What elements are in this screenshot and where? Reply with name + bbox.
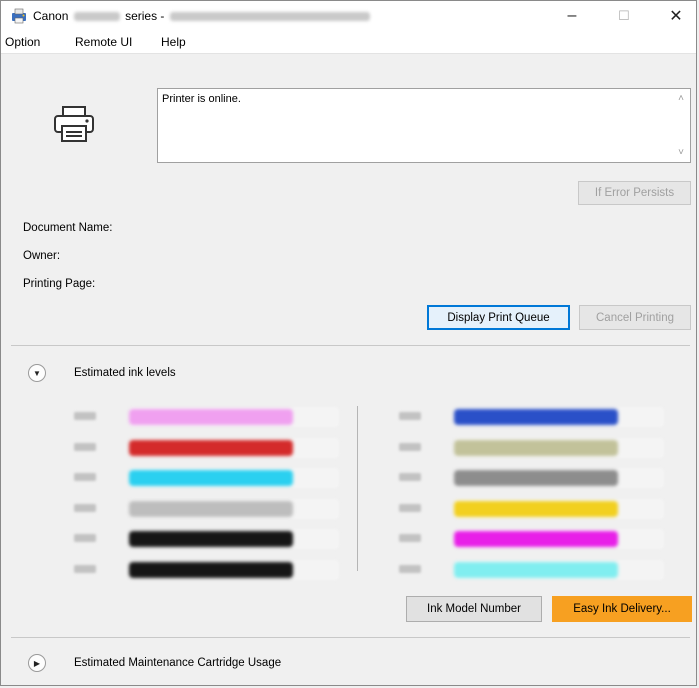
ink-level-fill	[129, 470, 293, 486]
ink-level-bar	[129, 437, 339, 458]
model-name-redacted	[73, 12, 120, 22]
menu-option[interactable]: Option	[5, 35, 40, 49]
ink-name-redacted	[399, 503, 421, 512]
ink-level-bar	[454, 407, 664, 427]
printer-status-window: Canon series - – ☐ ✕ Option Remote UI He…	[0, 0, 697, 686]
scroll-down-icon[interactable]: ˅	[678, 147, 684, 158]
close-button[interactable]: ✕	[653, 1, 699, 31]
printing-page-label: Printing Page:	[23, 278, 96, 290]
ink-level-bar	[454, 437, 664, 458]
printer-icon	[54, 106, 94, 142]
ink-level-fill	[129, 409, 293, 425]
ink-row-right-2	[399, 437, 664, 458]
easy-ink-delivery-button[interactable]: Easy Ink Delivery...	[552, 596, 692, 622]
collapse-ink-levels-icon[interactable]: ▼	[28, 364, 46, 382]
ink-level-bar	[129, 468, 339, 488]
ink-name-redacted	[399, 412, 421, 420]
cancel-printing-button[interactable]: Cancel Printing	[579, 305, 691, 330]
ink-levels-section-title: Estimated ink levels	[74, 367, 176, 379]
ink-name-redacted	[74, 564, 96, 573]
ink-level-bar	[129, 559, 339, 580]
window-title: Canon series -	[33, 9, 370, 23]
if-error-persists-button[interactable]: If Error Persists	[578, 181, 691, 205]
menu-bar: Option Remote UI Help	[1, 31, 696, 54]
owner-label: Owner:	[23, 250, 61, 262]
status-message-box[interactable]: Printer is online. ˄ ˅	[157, 88, 691, 163]
ink-name-redacted	[74, 534, 96, 542]
ink-model-number-button[interactable]: Ink Model Number	[406, 596, 542, 622]
document-name-label: Document Name:	[23, 222, 113, 234]
ink-name-redacted	[74, 473, 96, 481]
ink-level-fill	[454, 409, 618, 425]
ink-level-bar	[129, 407, 339, 427]
printer-path-redacted	[169, 12, 370, 22]
canon-app-icon	[12, 8, 26, 24]
ink-row-left-4	[74, 498, 339, 519]
ink-level-bar	[129, 498, 339, 519]
ink-group-divider	[357, 406, 358, 571]
ink-level-bar	[454, 559, 664, 580]
ink-row-left-5	[74, 529, 339, 549]
ink-level-bar	[129, 529, 339, 549]
menu-remote-ui[interactable]: Remote UI	[75, 35, 132, 49]
title-brand: Canon	[33, 9, 69, 23]
ink-level-fill	[454, 470, 618, 486]
ink-name-redacted	[399, 442, 421, 451]
ink-row-right-5	[399, 529, 664, 549]
ink-level-fill	[454, 561, 618, 578]
ink-name-redacted	[74, 503, 96, 512]
ink-name-redacted	[74, 412, 96, 420]
minimize-button[interactable]: –	[549, 1, 595, 31]
status-message: Printer is online.	[162, 93, 241, 105]
ink-row-right-3	[399, 468, 664, 488]
title-series: series -	[125, 9, 165, 23]
ink-level-fill	[454, 531, 618, 547]
ink-level-fill	[454, 439, 618, 456]
expand-maintenance-icon[interactable]: ▶	[28, 654, 46, 672]
ink-name-redacted	[399, 564, 421, 573]
ink-row-right-4	[399, 498, 664, 519]
ink-name-redacted	[399, 473, 421, 481]
section-divider-bottom	[11, 637, 690, 638]
ink-level-bar	[454, 498, 664, 519]
ink-level-bar	[454, 468, 664, 488]
ink-row-left-6	[74, 559, 339, 580]
title-bar[interactable]: Canon series - – ☐ ✕	[1, 1, 696, 31]
display-print-queue-button[interactable]: Display Print Queue	[427, 305, 570, 330]
section-divider-top	[11, 345, 690, 346]
ink-level-bar	[454, 529, 664, 549]
ink-row-left-2	[74, 437, 339, 458]
ink-name-redacted	[74, 442, 96, 451]
ink-level-fill	[129, 500, 293, 517]
maximize-button[interactable]: ☐	[601, 1, 647, 31]
ink-name-redacted	[399, 534, 421, 542]
ink-row-right-1	[399, 407, 664, 427]
menu-help[interactable]: Help	[161, 35, 186, 49]
ink-row-left-3	[74, 468, 339, 488]
ink-row-right-6	[399, 559, 664, 580]
ink-level-fill	[129, 531, 293, 547]
ink-level-fill	[129, 439, 293, 456]
ink-row-left-1	[74, 407, 339, 427]
scroll-up-icon[interactable]: ˄	[678, 93, 684, 104]
ink-level-fill	[129, 561, 293, 578]
maintenance-section-title: Estimated Maintenance Cartridge Usage	[74, 657, 282, 669]
ink-level-fill	[454, 500, 618, 517]
